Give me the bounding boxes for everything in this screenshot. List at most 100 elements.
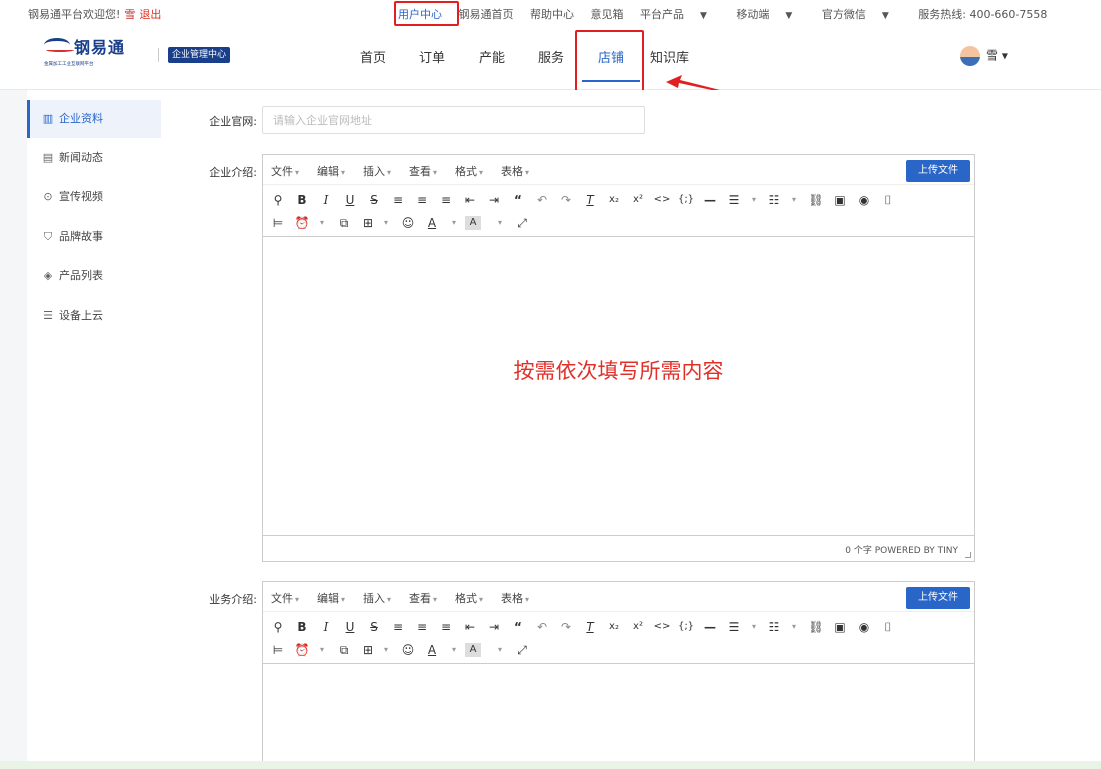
menu-view[interactable]: 查看 ▾ — [409, 590, 437, 606]
code-icon[interactable]: <> — [651, 190, 673, 210]
bookmark-icon[interactable]: ⌷ — [877, 190, 899, 210]
align-left-icon[interactable]: ≡ — [387, 617, 409, 637]
nav-services[interactable]: 服务 — [538, 47, 564, 66]
strikethrough-icon[interactable]: S — [363, 190, 385, 210]
sidebar-item-product-list[interactable]: ◈ 产品列表 — [27, 257, 161, 295]
bullet-list-icon[interactable]: ☰ — [723, 190, 745, 210]
user-menu[interactable]: 雪 ▾ — [960, 46, 1008, 66]
numbered-list-icon[interactable]: ☷ — [763, 190, 785, 210]
resize-handle-icon[interactable] — [965, 552, 971, 558]
link-icon[interactable]: ⛓ — [805, 617, 827, 637]
italic-icon[interactable]: I — [315, 190, 337, 210]
superscript-icon[interactable]: x² — [627, 617, 649, 637]
chevron-down-icon[interactable]: ▾ — [311, 640, 333, 660]
menu-edit[interactable]: 编辑 ▾ — [317, 163, 345, 179]
blockquote-icon[interactable]: “ — [507, 617, 529, 637]
bookmark-icon[interactable]: ⌷ — [877, 617, 899, 637]
menu-view[interactable]: 查看 ▾ — [409, 163, 437, 179]
menu-edit[interactable]: 编辑 ▾ — [317, 590, 345, 606]
chevron-down-icon[interactable]: ▾ — [489, 640, 511, 660]
outdent-icon[interactable]: ⇤ — [459, 617, 481, 637]
blockquote-icon[interactable]: “ — [507, 190, 529, 210]
mobile-dropdown[interactable]: 移动端 ▼ — [736, 8, 805, 21]
chevron-down-icon[interactable]: ▾ — [743, 617, 765, 637]
emoji-icon[interactable]: ☺ — [397, 213, 419, 233]
bullet-list-icon[interactable]: ☰ — [723, 617, 745, 637]
align-right-icon[interactable]: ≡ — [435, 190, 457, 210]
bold-icon[interactable]: B — [291, 190, 313, 210]
menu-format[interactable]: 格式 ▾ — [455, 590, 483, 606]
website-input[interactable] — [262, 106, 645, 134]
text-color-icon[interactable]: A — [421, 640, 443, 660]
menu-file[interactable]: 文件 ▾ — [271, 590, 299, 606]
subscript-icon[interactable]: x₂ — [603, 617, 625, 637]
menu-insert[interactable]: 插入 ▾ — [363, 163, 391, 179]
feedback-link[interactable]: 意见箱 — [591, 8, 624, 21]
fullscreen-icon[interactable]: ⤢ — [511, 213, 533, 233]
outdent-icon[interactable]: ⇤ — [459, 190, 481, 210]
media-icon[interactable]: ⧉ — [333, 213, 355, 233]
align-center-icon[interactable]: ≡ — [411, 617, 433, 637]
undo-icon[interactable]: ↶ — [531, 617, 553, 637]
nav-home[interactable]: 首页 — [360, 47, 386, 66]
menu-file[interactable]: 文件 ▾ — [271, 163, 299, 179]
upload-file-button[interactable]: 上传文件 — [906, 587, 970, 609]
align-center-icon[interactable]: ≡ — [411, 190, 433, 210]
find-replace-icon[interactable]: ⚲ — [267, 190, 289, 210]
page-break-icon[interactable]: ⊨ — [267, 213, 289, 233]
editor-content-area[interactable]: 按需依次填写所需内容 — [263, 237, 974, 535]
chevron-down-icon[interactable]: ▾ — [443, 640, 465, 660]
preview-icon[interactable]: ◉ — [853, 190, 875, 210]
redo-icon[interactable]: ↷ — [555, 190, 577, 210]
platform-products-dropdown[interactable]: 平台产品 ▼ — [640, 8, 720, 21]
redo-icon[interactable]: ↷ — [555, 617, 577, 637]
menu-table[interactable]: 表格 ▾ — [501, 590, 529, 606]
chevron-down-icon[interactable]: ▾ — [783, 190, 805, 210]
page-break-icon[interactable]: ⊨ — [267, 640, 289, 660]
menu-insert[interactable]: 插入 ▾ — [363, 590, 391, 606]
underline-icon[interactable]: U — [339, 617, 361, 637]
chevron-down-icon[interactable]: ▾ — [489, 213, 511, 233]
logout-link[interactable]: 退出 — [139, 8, 161, 21]
management-center-badge[interactable]: 企业管理中心 — [168, 47, 231, 63]
code-sample-icon[interactable]: {;} — [675, 617, 697, 637]
fullscreen-icon[interactable]: ⤢ — [511, 640, 533, 660]
nav-store[interactable]: 店铺 — [598, 47, 624, 66]
sidebar-item-news[interactable]: ▤ 新闻动态 — [27, 139, 161, 177]
superscript-icon[interactable]: x² — [627, 190, 649, 210]
horizontal-rule-icon[interactable]: — — [699, 190, 721, 210]
preview-icon[interactable]: ◉ — [853, 617, 875, 637]
link-icon[interactable]: ⛓ — [805, 190, 827, 210]
image-icon[interactable]: ▣ — [829, 190, 851, 210]
editor-content-area[interactable] — [263, 664, 974, 769]
logo[interactable]: 钢易通 金属加工工业互联网平台 — [44, 30, 134, 70]
horizontal-rule-icon[interactable]: — — [699, 617, 721, 637]
sidebar-item-company-profile[interactable]: ▥ 企业资料 — [27, 100, 161, 138]
wechat-dropdown[interactable]: 官方微信 ▼ — [822, 8, 902, 21]
image-icon[interactable]: ▣ — [829, 617, 851, 637]
nav-knowledge[interactable]: 知识库 — [650, 47, 689, 66]
emoji-icon[interactable]: ☺ — [397, 640, 419, 660]
text-color-icon[interactable]: A — [421, 213, 443, 233]
home-link[interactable]: 钢易通首页 — [459, 8, 514, 21]
nav-capacity[interactable]: 产能 — [479, 47, 505, 66]
subscript-icon[interactable]: x₂ — [603, 190, 625, 210]
help-center-link[interactable]: 帮助中心 — [530, 8, 574, 21]
undo-icon[interactable]: ↶ — [531, 190, 553, 210]
sidebar-item-brand-story[interactable]: ⛉ 品牌故事 — [27, 218, 161, 256]
code-icon[interactable]: <> — [651, 617, 673, 637]
align-right-icon[interactable]: ≡ — [435, 617, 457, 637]
sidebar-item-promo-video[interactable]: ⊙ 宣传视频 — [27, 178, 161, 216]
datetime-icon[interactable]: ⏰ — [291, 640, 313, 660]
indent-icon[interactable]: ⇥ — [483, 190, 505, 210]
datetime-icon[interactable]: ⏰ — [291, 213, 313, 233]
clear-format-icon[interactable]: T — [579, 617, 601, 637]
background-color-icon[interactable]: A — [465, 216, 481, 230]
bold-icon[interactable]: B — [291, 617, 313, 637]
chevron-down-icon[interactable]: ▾ — [375, 640, 397, 660]
sidebar-item-equipment-cloud[interactable]: ☰ 设备上云 — [27, 297, 161, 335]
menu-table[interactable]: 表格 ▾ — [501, 163, 529, 179]
background-color-icon[interactable]: A — [465, 643, 481, 657]
chevron-down-icon[interactable]: ▾ — [311, 213, 333, 233]
nav-orders[interactable]: 订单 — [419, 47, 445, 66]
